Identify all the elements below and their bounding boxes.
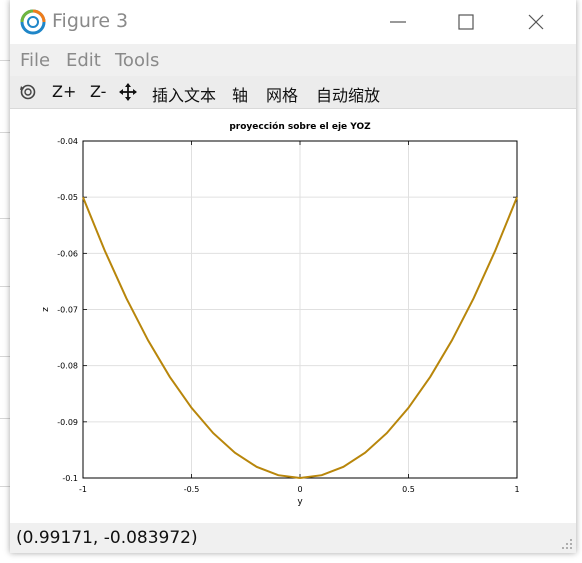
resize-grip-icon[interactable] [561,538,573,550]
plot-canvas[interactable]: -1 -0.5 0 0.5 1 -0.04 -0.05 -0.06 -0.07 -0.08 -0.0… [10,109,576,523]
autoscale-button[interactable]: 自动缩放 [316,82,380,106]
y-tick-label: -0.04 [57,137,78,146]
title-bar[interactable]: Figure 3 [10,0,576,44]
octave-logo-icon [20,9,46,35]
zoom-in-button[interactable]: Z+ [52,82,76,101]
y-tick-label: -0.09 [57,418,78,427]
x-tick-label: -1 [79,485,87,494]
x-tick-label: -0.5 [184,485,200,494]
axes-button[interactable]: 轴 [232,82,248,106]
insert-text-button[interactable]: 插入文本 [152,82,216,106]
pan-icon[interactable] [119,83,137,101]
menu-tools[interactable]: Tools [115,50,159,71]
menu-file[interactable]: File [20,50,50,71]
x-tick-label: 0.5 [402,485,415,494]
chart-title: proyección sobre el eje YOZ [229,121,371,132]
y-tick-label: -0.1 [62,474,78,483]
y-tick-label: -0.08 [57,362,78,371]
y-tick-label: -0.05 [57,193,78,202]
cursor-coordinates: (0.99171, -0.083972) [16,528,198,548]
menu-edit[interactable]: Edit [66,50,101,71]
y-tick-label: -0.07 [57,306,78,315]
figure-window: Figure 3 File Edit Tools Z+ Z- 插入文本 轴 网格… [10,0,576,553]
y-axis-label: z [41,307,51,312]
plot-area[interactable]: -1 -0.5 0 0.5 1 -0.04 -0.05 -0.06 -0.07 -0.08 -0.0… [10,109,576,523]
menu-bar: File Edit Tools [10,44,576,76]
maximize-icon[interactable] [454,10,478,34]
x-tick-label: 0 [297,485,302,494]
rotate-icon[interactable] [19,83,37,101]
y-tick-label: -0.06 [57,249,78,258]
close-icon[interactable] [524,10,548,34]
zoom-out-button[interactable]: Z- [90,82,106,101]
x-axis-label: y [297,497,303,507]
status-bar: (0.99171, -0.083972) [10,523,576,553]
minimize-icon[interactable] [386,10,410,34]
x-tick-label: 1 [514,485,519,494]
toolbar: Z+ Z- 插入文本 轴 网格 自动缩放 [10,76,576,109]
window-title: Figure 3 [52,10,129,32]
grid-button[interactable]: 网格 [266,82,298,106]
